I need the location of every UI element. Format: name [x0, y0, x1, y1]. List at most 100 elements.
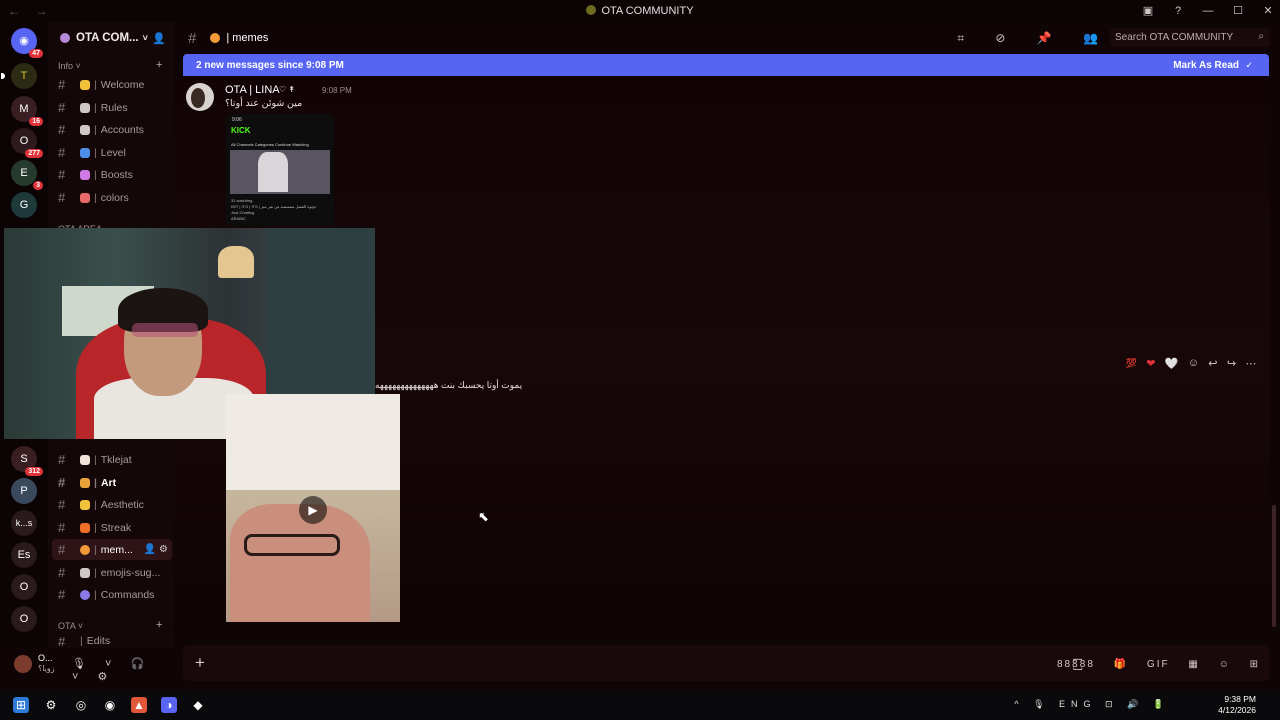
channel-rules[interactable]: # | Rules	[52, 97, 172, 118]
channel-art[interactable]: # | Art	[52, 472, 172, 493]
channel-label: Level	[100, 146, 126, 159]
heart-reaction-icon[interactable]: ❤	[1146, 357, 1155, 370]
channel-tklejat[interactable]: # | Tklejat	[52, 449, 172, 470]
author-avatar[interactable]	[186, 83, 214, 111]
add-channel-icon[interactable]: +	[156, 619, 162, 631]
hash-icon: #	[58, 145, 66, 160]
server-icon[interactable]: O 277	[11, 128, 43, 158]
server-glyph: O	[19, 613, 29, 625]
channel-colors[interactable]: # | colors	[52, 187, 172, 208]
channel-boosts[interactable]: # | Boosts	[52, 164, 172, 185]
channel-actions[interactable]: 👤 ⚙	[144, 544, 168, 555]
category-ota[interactable]: OTA ˅ +	[58, 619, 162, 631]
new-messages-banner[interactable]: 2 new messages since 9:08 PM Mark As Rea…	[183, 54, 1269, 76]
add-reaction-icon[interactable]: ☺	[1188, 357, 1199, 369]
app-icon[interactable]: ◉	[102, 697, 118, 713]
system-tray[interactable]: ^ 🎙 ENG ⊡ 🔊 🔋	[1014, 699, 1170, 710]
message-author[interactable]: OTA | LINA	[225, 84, 280, 96]
video-attachment[interactable]: ▶	[226, 394, 400, 622]
attachment-thumbnail	[230, 150, 330, 194]
server-glyph: O	[19, 135, 29, 147]
attachment-tabs: All Channels Categories Continue Watchin…	[231, 142, 309, 147]
white-heart-reaction-icon[interactable]: 🤍	[1165, 357, 1179, 370]
avatar[interactable]	[14, 655, 32, 673]
server-name: OTA COM...	[76, 32, 139, 44]
separator: |	[94, 168, 97, 181]
separator: |	[94, 146, 97, 159]
channel-emojis-suggestions[interactable]: # | emojis-sug...	[52, 562, 172, 583]
separator: |	[94, 123, 97, 136]
server-icon[interactable]: O	[11, 574, 37, 600]
windows-start-icon[interactable]: ⊞	[13, 697, 29, 713]
message-timestamp: 9:08 PM	[322, 86, 352, 95]
minimize-button[interactable]: —	[1196, 0, 1220, 22]
app-icon[interactable]: ◎	[73, 697, 89, 713]
channel-streak[interactable]: # | Streak	[52, 517, 172, 538]
server-icon[interactable]: O	[11, 606, 37, 632]
voice-controls[interactable]: 🎙 ˅ 🎧 ˅ ⚙	[72, 657, 174, 683]
steam-icon[interactable]: ◆	[190, 697, 206, 713]
server-icon[interactable]: S 312	[11, 446, 43, 476]
search-input[interactable]: Search OTA COMMUNITY ⌕	[1110, 28, 1270, 47]
separator: |	[94, 543, 97, 556]
glasses-shape	[244, 534, 340, 556]
face-shape	[230, 504, 370, 622]
channel-aesthetic[interactable]: # | Aesthetic	[52, 494, 172, 515]
image-attachment[interactable]: 9:06 KICK All Channels Categories Contin…	[226, 114, 334, 226]
header-tools[interactable]: ⌗ ⊘ 📌 👥	[957, 31, 1112, 46]
composer-tools: 888꙱88 🎁 GIF ▦ ☺ ⊞	[1057, 656, 1260, 670]
channel-commands[interactable]: # | Commands	[52, 584, 172, 605]
scrollbar[interactable]	[1272, 505, 1276, 627]
discord-taskbar-icon[interactable]: ◑	[161, 697, 177, 713]
maximize-button[interactable]: ☐	[1226, 0, 1250, 22]
server-icon-home[interactable]: ◉ 47	[11, 28, 43, 58]
settings-icon[interactable]: ⚙	[43, 697, 59, 713]
forward-icon[interactable]: ↪	[1227, 357, 1236, 370]
add-attachment-button[interactable]: +	[195, 653, 205, 673]
message-composer[interactable]: + 888꙱88 🎁 GIF ▦ ☺ ⊞	[183, 645, 1270, 681]
brave-browser-icon[interactable]: ▲	[131, 697, 147, 713]
window-title: OTA COMMUNITY	[0, 5, 1280, 17]
channel-label: Edits	[86, 635, 111, 647]
gif-icon[interactable]: GIF	[1147, 659, 1170, 670]
server-icon[interactable]: P	[11, 478, 37, 504]
apps-icon[interactable]: ⊞	[1250, 659, 1260, 670]
channel-emoji-icon	[80, 567, 90, 578]
server-icon[interactable]: E3	[11, 160, 43, 190]
server-badge: 277	[25, 149, 43, 158]
gift-icon[interactable]: 🎁	[1114, 659, 1128, 670]
server-icon-ota[interactable]: T	[1, 63, 37, 89]
channel-title: | memes	[226, 32, 268, 44]
sticker-icon[interactable]: ▦	[1188, 659, 1199, 670]
meta-line: ARABIC	[231, 216, 246, 221]
channel-edits[interactable]: # | Edits	[52, 634, 172, 648]
mark-as-read-button[interactable]: Mark As Read	[1173, 60, 1239, 71]
channel-label: mem...	[100, 543, 133, 556]
more-options-icon[interactable]: ⋯	[1245, 357, 1256, 370]
hash-icon: #	[58, 167, 66, 182]
add-channel-icon[interactable]: +	[156, 59, 162, 71]
close-button[interactable]: ✕	[1256, 0, 1280, 22]
server-icon[interactable]: G	[11, 192, 37, 218]
reply-icon[interactable]: ↩	[1208, 357, 1217, 370]
category-info[interactable]: Info ˅ +	[58, 59, 162, 71]
channel-memes[interactable]: # | mem... 👤 ⚙	[52, 539, 172, 560]
server-header[interactable]: OTA COM... ˅ 👤	[48, 22, 174, 54]
taskbar: ⊞ ⚙ ◎ ◉ ▲ ◑ ◆ ^ 🎙 ENG ⊡ 🔊 🔋 9:38 PM 4/12…	[0, 690, 1280, 720]
emoji-icon[interactable]: ☺	[1219, 659, 1231, 670]
channel-label: emojis-sug...	[100, 566, 161, 579]
server-icon[interactable]: k...s	[11, 510, 37, 536]
channel-level[interactable]: # | Level	[52, 142, 172, 163]
play-icon[interactable]: ▶	[299, 496, 327, 524]
channel-accounts[interactable]: # | Accounts	[52, 119, 172, 140]
inbox-icon[interactable]: ▣	[1136, 0, 1160, 22]
hundred-reaction-icon[interactable]: 💯	[1126, 358, 1137, 369]
channel-welcome[interactable]: # | Welcome	[52, 74, 172, 95]
server-badge: 16	[29, 117, 43, 126]
server-icon[interactable]: Es	[11, 542, 37, 568]
clock[interactable]: 9:38 PM 4/12/2026	[1218, 694, 1256, 716]
server-icon[interactable]: M 16	[11, 96, 43, 126]
invite-icon[interactable]: 👤	[152, 32, 166, 45]
help-icon[interactable]: ?	[1166, 0, 1190, 22]
hash-icon: #	[58, 497, 66, 512]
